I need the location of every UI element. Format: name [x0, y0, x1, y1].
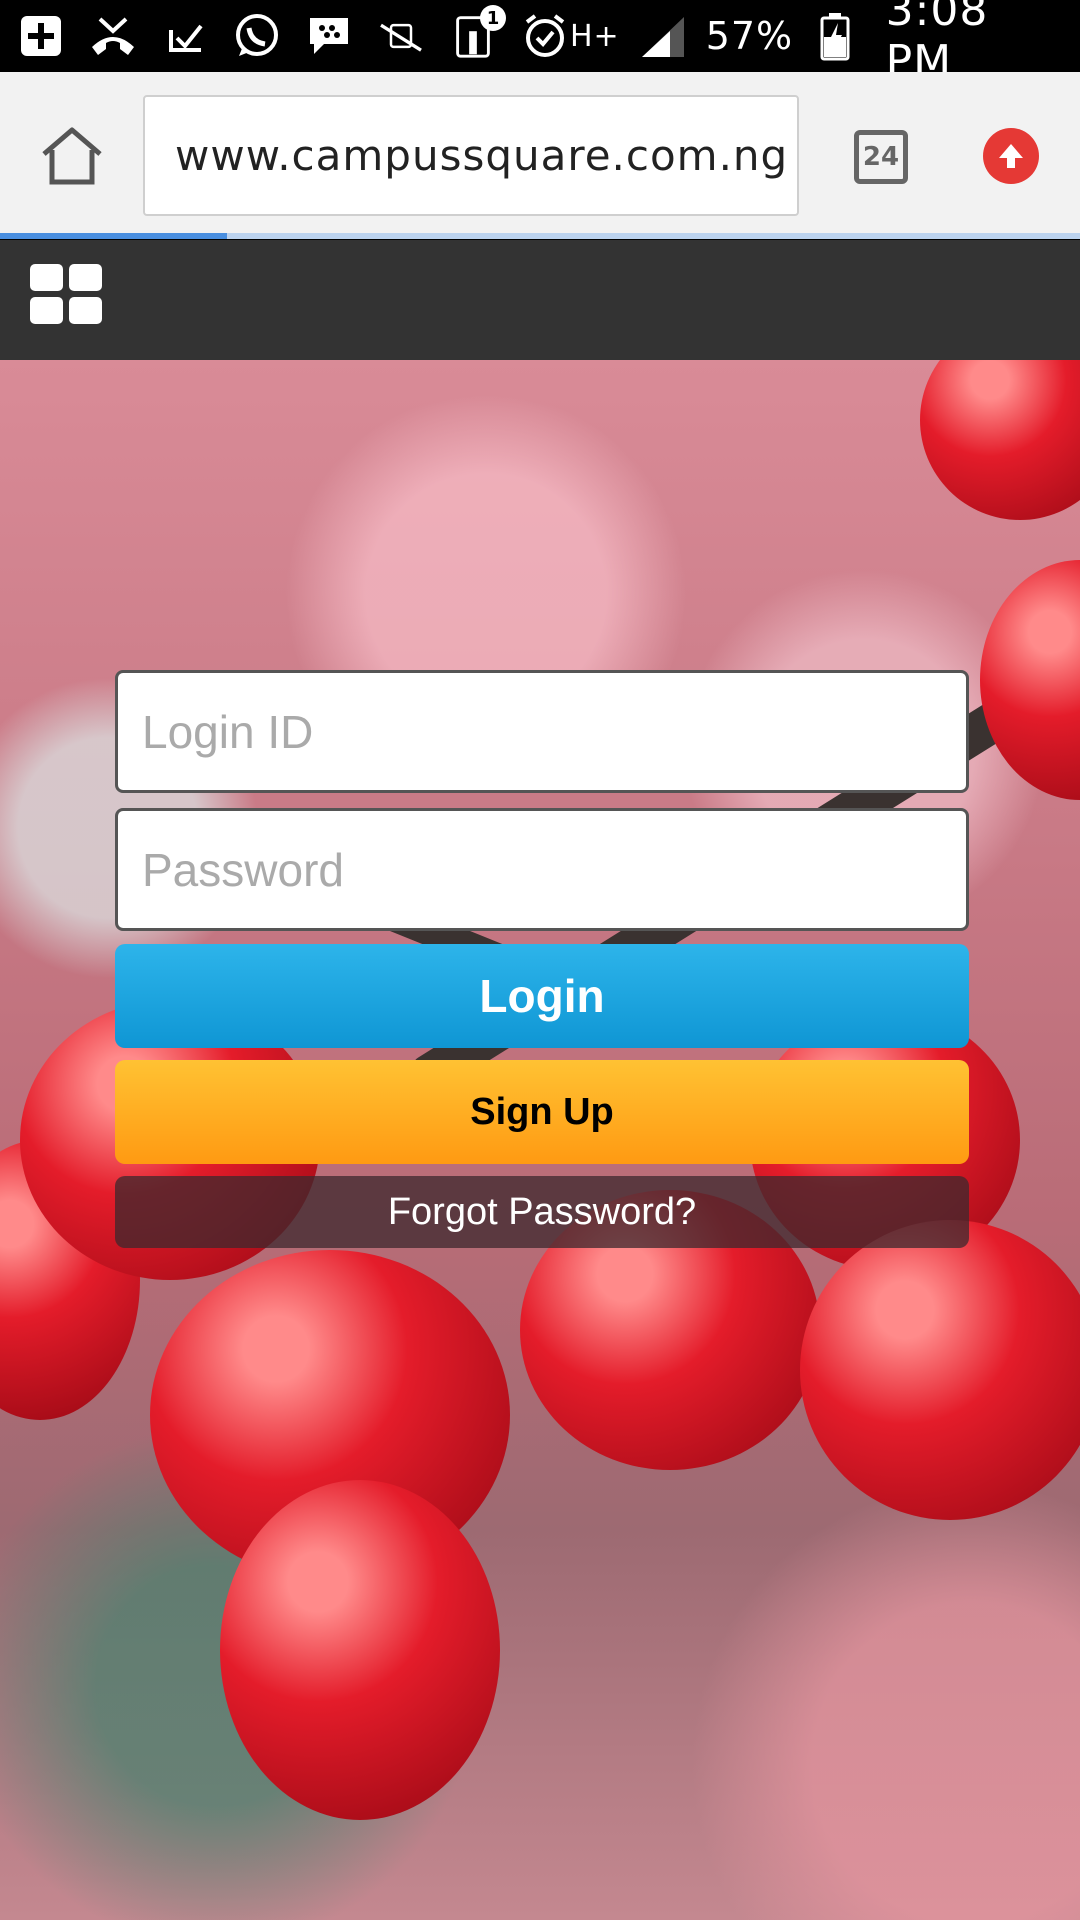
- login-id-field-wrapper: [115, 670, 969, 793]
- berry: [800, 1220, 1080, 1520]
- upload-icon[interactable]: [983, 128, 1039, 184]
- signup-button-label: Sign Up: [470, 1090, 614, 1133]
- login-form: Login Sign Up Forgot Password?: [115, 670, 969, 1248]
- grid-menu-icon[interactable]: [30, 264, 104, 326]
- forgot-password-link[interactable]: Forgot Password?: [115, 1176, 969, 1248]
- check-icon: [160, 11, 210, 61]
- forgot-password-label: Forgot Password?: [387, 1190, 697, 1233]
- tab-count: 24: [862, 142, 900, 172]
- battery-percent: 57%: [705, 14, 794, 58]
- whatsapp-icon: [232, 11, 282, 61]
- berry: [220, 1480, 500, 1820]
- login-button-label: Login: [479, 970, 605, 1022]
- hotspot-icon: 1: [448, 5, 506, 61]
- network-type: H+: [570, 18, 620, 54]
- home-icon[interactable]: [38, 124, 106, 188]
- signal-icon: [638, 11, 688, 61]
- url-bar[interactable]: www.campussquare.com.ng: [143, 95, 799, 216]
- browser-toolbar: www.campussquare.com.ng 24: [0, 72, 1080, 237]
- status-bar: 1 H+ 57% 3:08 PM: [0, 0, 1080, 87]
- battery-icon: [811, 11, 859, 61]
- mute-icon: [376, 11, 426, 61]
- missed-call-icon: [88, 11, 138, 61]
- login-id-input[interactable]: [142, 704, 966, 759]
- login-button[interactable]: Login: [115, 944, 969, 1048]
- berry: [980, 560, 1080, 800]
- password-field-wrapper: [115, 808, 969, 931]
- signup-button[interactable]: Sign Up: [115, 1060, 969, 1164]
- app-nav-bar: [0, 240, 1080, 360]
- page-load-progress: [0, 233, 1080, 239]
- tabs-button[interactable]: 24: [854, 130, 908, 184]
- alarm-icon: [520, 11, 570, 61]
- page-load-progress-fill: [0, 233, 227, 239]
- bbm-icon: [304, 11, 354, 61]
- url-text: www.campussquare.com.ng: [175, 131, 789, 180]
- berry: [920, 360, 1080, 520]
- add-box-icon: [16, 11, 66, 61]
- password-input[interactable]: [142, 842, 966, 897]
- notification-badge: 1: [480, 5, 506, 31]
